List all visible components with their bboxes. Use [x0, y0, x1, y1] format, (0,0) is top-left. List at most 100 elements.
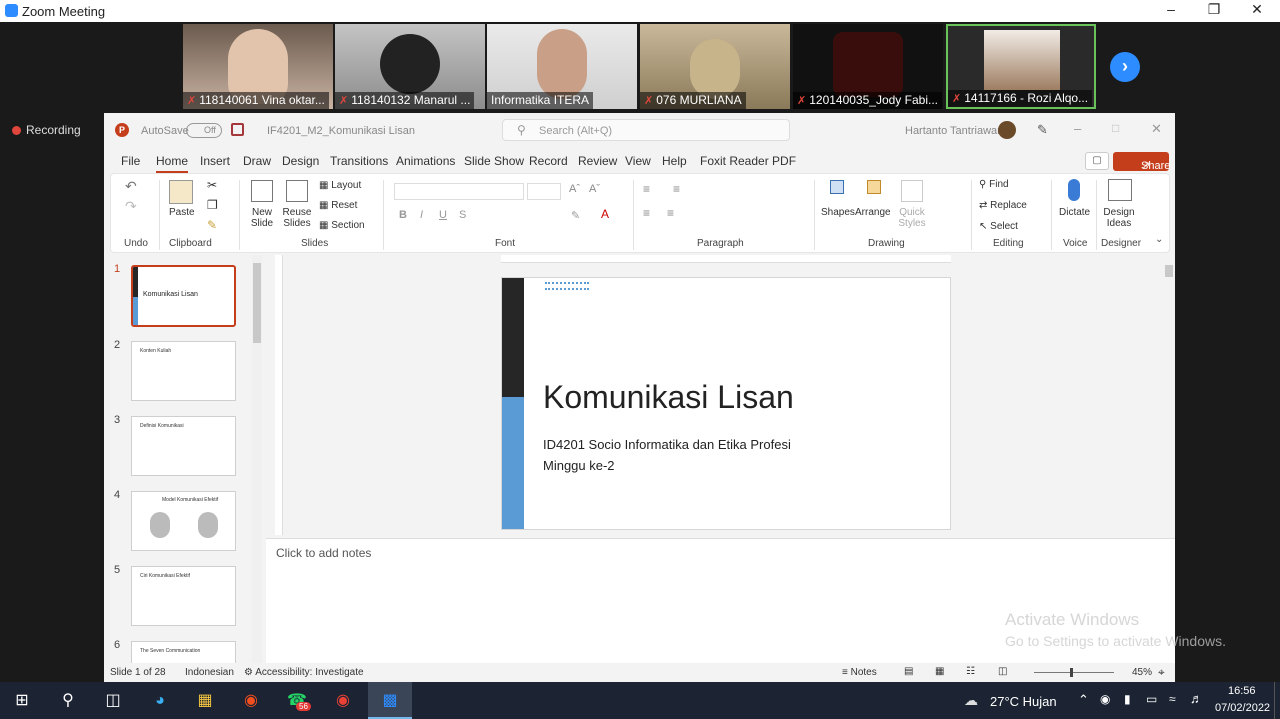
redo-icon[interactable]: ↷	[125, 198, 137, 215]
comments-icon[interactable]: ▢	[1085, 152, 1109, 170]
shadow-icon[interactable]: S	[459, 209, 466, 221]
highlight-icon[interactable]: ✎	[571, 209, 580, 222]
tab-foxit-reader-pdf[interactable]: Foxit Reader PDF	[700, 154, 796, 168]
wifi-icon[interactable]: ≈	[1169, 692, 1176, 706]
shapes-button[interactable]: Shapes	[821, 207, 855, 218]
slide-subtitle-line2[interactable]: Minggu ke-2	[543, 458, 615, 473]
italic-icon[interactable]: I	[420, 209, 423, 221]
font-color-icon[interactable]: A	[601, 207, 609, 221]
chevron-right-icon[interactable]: ›	[1110, 52, 1140, 82]
reset-button[interactable]: ▦ Reset	[319, 200, 357, 211]
participant-tile[interactable]: Informatika ITERA	[487, 24, 637, 109]
file-name[interactable]: IF4201_M2_Komunikasi Lisan	[267, 125, 415, 137]
edge-icon[interactable]: ◕	[149, 690, 171, 712]
layout-button[interactable]: ▦ Layout	[319, 180, 361, 191]
participant-tile-active[interactable]: ✗ 14117166 - Rozi Alqo...	[946, 24, 1096, 109]
new-slide-button[interactable]: New Slide	[247, 207, 277, 229]
numbering-icon[interactable]: ≡	[673, 182, 680, 196]
chevron-up-icon[interactable]: ⌃	[1078, 692, 1089, 708]
slide-canvas[interactable]: Komunikasi Lisan ID4201 Socio Informatik…	[501, 277, 951, 530]
slide-subtitle-line1[interactable]: ID4201 Socio Informatika dan Etika Profe…	[543, 437, 791, 452]
tab-view[interactable]: View	[625, 154, 651, 168]
participant-tile[interactable]: ✗ 120140035_Jody Fabi...	[793, 24, 943, 109]
meet-now-icon[interactable]: ◉	[1100, 692, 1110, 706]
paste-icon[interactable]	[169, 180, 193, 204]
underline-icon[interactable]: U	[439, 209, 447, 221]
participant-tile[interactable]: ✗ 118140061 Vina oktar...	[183, 24, 333, 109]
microphone-icon[interactable]	[1068, 179, 1080, 201]
font-name-select[interactable]	[394, 183, 524, 200]
tab-help[interactable]: Help	[662, 154, 687, 168]
participant-tile[interactable]: ✗ 118140132 Manarul ...	[335, 24, 485, 109]
zoom-level[interactable]: 45%	[1132, 667, 1152, 678]
slide-thumbnail[interactable]: Ciri Komunikasi Efektif	[131, 566, 236, 626]
slide-thumbnail[interactable]: Konten Kuliah	[131, 341, 236, 401]
cut-icon[interactable]: ✂	[207, 178, 217, 192]
paste-button[interactable]: Paste	[169, 207, 195, 218]
tab-insert[interactable]: Insert	[200, 154, 230, 168]
normal-view-icon[interactable]: ▤	[904, 666, 913, 677]
slide-thumbnail[interactable]: Model Komunikasi Efektif	[131, 491, 236, 551]
clock-time[interactable]: 16:56	[1228, 685, 1256, 697]
bullets-icon[interactable]: ≡	[643, 182, 650, 196]
search-input[interactable]: ⚲ Search (Alt+Q)	[502, 119, 790, 141]
copy-icon[interactable]: ❐	[207, 198, 218, 212]
zoom-taskbar-button[interactable]: ▩	[368, 682, 412, 719]
pen-icon[interactable]: ✎	[1037, 122, 1048, 138]
language-indicator[interactable]: Indonesian	[185, 667, 234, 678]
slide-title[interactable]: Komunikasi Lisan	[543, 379, 794, 416]
participant-tile[interactable]: ✗ 076 MURLIANA	[640, 24, 790, 109]
quick-styles-icon[interactable]	[901, 180, 923, 202]
editor-scrollbar[interactable]	[1164, 255, 1175, 525]
replace-button[interactable]: ⇄ Replace	[979, 200, 1027, 211]
scrollbar-thumb[interactable]	[1165, 265, 1173, 277]
figma-icon[interactable]: ◉	[240, 690, 262, 712]
zoom-slider-thumb[interactable]	[1070, 668, 1073, 677]
decrease-font-icon[interactable]: Aˇ	[589, 183, 600, 195]
font-size-select[interactable]	[527, 183, 561, 200]
tab-draw[interactable]: Draw	[243, 154, 271, 168]
chrome-icon[interactable]: ◉	[332, 690, 354, 712]
reuse-slides-icon[interactable]	[286, 180, 308, 202]
reuse-slides-button[interactable]: Reuse Slides	[281, 207, 313, 229]
fit-to-window-icon[interactable]: ⌖	[1158, 665, 1165, 680]
save-icon[interactable]	[231, 123, 244, 136]
format-painter-icon[interactable]: ✎	[207, 218, 217, 232]
tab-file[interactable]: File	[121, 154, 140, 168]
shapes-icon[interactable]	[825, 180, 849, 202]
zoom-slider[interactable]	[1034, 668, 1114, 677]
new-slide-icon[interactable]	[251, 180, 273, 202]
thumbnail-scrollbar[interactable]	[252, 255, 262, 663]
align-left-icon[interactable]: ≡	[643, 206, 650, 220]
quick-styles-button[interactable]: Quick Styles	[897, 207, 927, 229]
dictate-button[interactable]: Dictate	[1059, 207, 1090, 218]
reading-view-icon[interactable]: ☷	[966, 666, 975, 677]
close-icon[interactable]: ✕	[1242, 1, 1272, 18]
volume-icon[interactable]: ♬	[1190, 691, 1203, 706]
microphone-icon[interactable]: ▮	[1124, 692, 1131, 706]
windows-start-icon[interactable]: ⊞	[11, 690, 33, 712]
close-icon[interactable]: ✕	[1151, 121, 1162, 137]
tab-transitions[interactable]: Transitions	[330, 154, 388, 168]
notes-button[interactable]: ≡ Notes	[842, 667, 877, 678]
increase-font-icon[interactable]: Aˆ	[569, 183, 580, 195]
scrollbar-thumb[interactable]	[253, 263, 261, 343]
tab-animations[interactable]: Animations	[396, 154, 455, 168]
task-view-icon[interactable]: ◫	[102, 690, 124, 712]
collapse-ribbon-icon[interactable]: ⌄	[1155, 234, 1163, 245]
tab-home[interactable]: Home	[156, 154, 189, 173]
weather-cloud-icon[interactable]: ☁	[964, 692, 978, 709]
minimize-icon[interactable]: –	[1074, 121, 1081, 136]
slide-thumbnail[interactable]: The Seven Communication	[131, 641, 236, 663]
accessibility-checker[interactable]: ⚙ Accessibility: Investigate	[244, 667, 364, 678]
bold-icon[interactable]: B	[399, 209, 407, 221]
clock-date[interactable]: 07/02/2022	[1215, 702, 1270, 714]
section-button[interactable]: ▦ Section	[319, 220, 365, 231]
center-icon[interactable]: ≡	[667, 206, 674, 220]
slideshow-icon[interactable]: ◫	[998, 666, 1007, 677]
design-ideas-icon[interactable]	[1108, 179, 1132, 201]
slide-thumbnail-active[interactable]: Komunikasi Lisan	[131, 265, 236, 327]
recording-indicator[interactable]: Recording	[12, 123, 81, 137]
search-icon[interactable]: ⚲	[57, 690, 79, 712]
tab-review[interactable]: Review	[578, 154, 617, 168]
